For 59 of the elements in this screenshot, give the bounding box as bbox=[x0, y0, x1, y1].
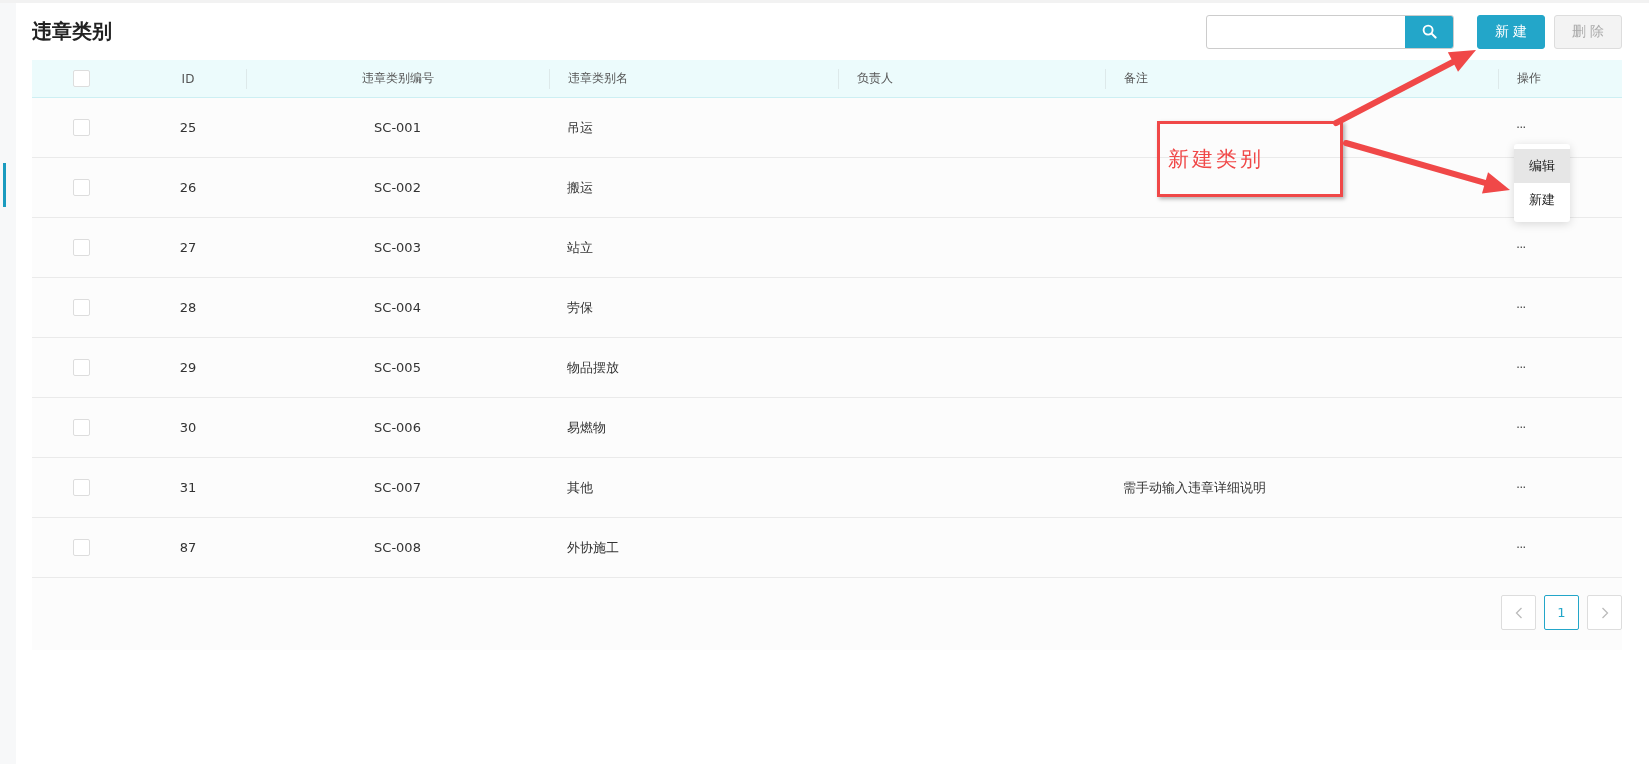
search-field[interactable] bbox=[1206, 14, 1454, 49]
row-checkbox[interactable] bbox=[72, 479, 90, 496]
search-button[interactable] bbox=[1405, 15, 1453, 48]
table-cell: SC-007 bbox=[374, 480, 421, 495]
column-header: 负责人 bbox=[857, 70, 893, 87]
table-cell: 劳保 bbox=[567, 299, 593, 315]
table-cell: 其他 bbox=[567, 479, 593, 495]
table-cell: 31 bbox=[179, 480, 197, 495]
next-page-button[interactable] bbox=[1587, 595, 1622, 630]
menu-item[interactable]: 编辑 bbox=[1514, 149, 1570, 183]
sidebar-active-marker bbox=[3, 163, 6, 207]
table-cell: 30 bbox=[179, 420, 197, 435]
table-cell: 易燃物 bbox=[567, 419, 606, 435]
table-cell: 26 bbox=[179, 180, 197, 195]
more-actions-button[interactable]: ··· bbox=[1516, 360, 1526, 375]
more-actions-button[interactable]: ··· bbox=[1516, 240, 1526, 255]
table-cell: 搬运 bbox=[567, 179, 593, 195]
table-cell: SC-002 bbox=[374, 180, 421, 195]
column-header: 违章类别名 bbox=[568, 70, 628, 87]
chevron-right-icon bbox=[1600, 606, 1609, 619]
more-actions-button[interactable]: ··· bbox=[1516, 420, 1526, 435]
row-checkbox[interactable] bbox=[72, 239, 90, 256]
table-cell: 87 bbox=[179, 540, 197, 555]
column-header: 备注 bbox=[1124, 70, 1148, 87]
table-cell: SC-008 bbox=[374, 540, 421, 555]
table-cell: SC-005 bbox=[374, 360, 421, 375]
row-checkbox[interactable] bbox=[72, 359, 90, 376]
table-cell: 29 bbox=[179, 360, 197, 375]
row-checkbox[interactable] bbox=[72, 539, 90, 556]
previous-page-button[interactable] bbox=[1501, 595, 1536, 630]
chevron-left-icon bbox=[1514, 606, 1523, 619]
table-cell: 站立 bbox=[567, 239, 593, 255]
table-cell: 25 bbox=[179, 120, 197, 135]
page-title: 违章类别 bbox=[32, 18, 113, 45]
more-actions-button[interactable]: ··· bbox=[1516, 120, 1526, 135]
table-cell: 物品摆放 bbox=[567, 359, 619, 375]
select-all-checkbox[interactable] bbox=[72, 70, 90, 87]
table-cell: 需手动输入违章详细说明 bbox=[1123, 479, 1266, 495]
table-cell: SC-003 bbox=[374, 240, 421, 255]
table-cell: 27 bbox=[179, 240, 197, 255]
table-cell: SC-004 bbox=[374, 300, 421, 315]
column-header: 操作 bbox=[1517, 70, 1541, 87]
row-checkbox[interactable] bbox=[72, 299, 90, 316]
column-header: ID bbox=[181, 71, 195, 86]
more-actions-button[interactable]: ··· bbox=[1516, 300, 1526, 315]
more-actions-button[interactable]: ··· bbox=[1516, 540, 1526, 555]
row-checkbox[interactable] bbox=[72, 119, 90, 136]
table-cell: 28 bbox=[179, 300, 197, 315]
table-cell: SC-001 bbox=[374, 120, 421, 135]
column-header: 违章类别编号 bbox=[362, 70, 434, 87]
row-checkbox[interactable] bbox=[72, 179, 90, 196]
row-checkbox[interactable] bbox=[72, 419, 90, 436]
more-actions-button[interactable]: ··· bbox=[1516, 480, 1526, 495]
table-cell: 吊运 bbox=[567, 119, 593, 135]
annotation-text: 新建类别 bbox=[1168, 146, 1264, 173]
table-cell: 外协施工 bbox=[567, 539, 619, 555]
search-icon bbox=[1421, 24, 1437, 39]
menu-item[interactable]: 新建 bbox=[1514, 183, 1570, 217]
table-cell: SC-006 bbox=[374, 420, 421, 435]
